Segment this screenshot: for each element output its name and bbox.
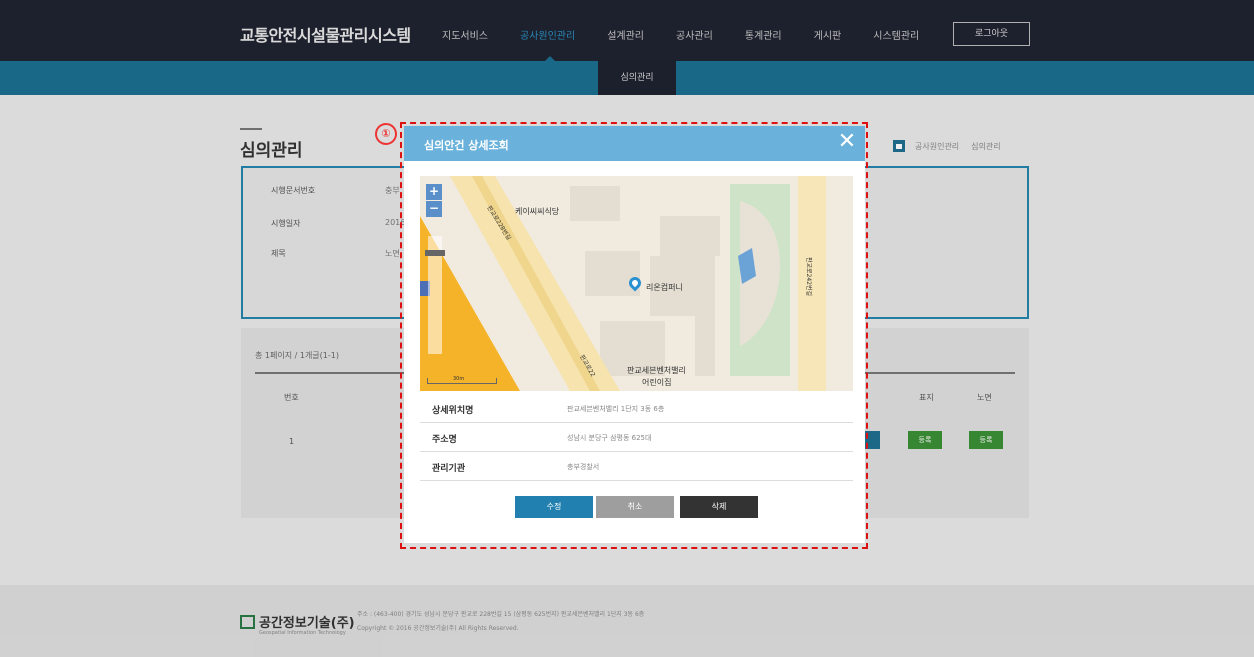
- map-label-poi: 리온컴퍼니: [646, 283, 683, 292]
- map-label-restaurant: 케이씨씨식당: [515, 207, 560, 216]
- annotation-marker: ①: [375, 123, 397, 145]
- cancel-button[interactable]: 취소: [596, 496, 674, 518]
- zoom-slider-handle[interactable]: [425, 250, 445, 256]
- detail-key: 주소명: [432, 435, 457, 445]
- location-map[interactable]: + − 케이씨씨식당 판교로228번길 리온컴퍼니 판교로242번길 판교세븐벤…: [420, 176, 853, 391]
- close-icon[interactable]: ✕: [836, 131, 858, 153]
- map-label-daycare: 판교세븐벤처밸리: [627, 366, 686, 375]
- detail-row: 관리기관 충부경찰서: [420, 452, 853, 481]
- review-detail-modal: 심의안건 상세조회 ✕ + − 케이씨씨식당 판교로228번길 리온컴퍼니 판교…: [404, 126, 865, 543]
- detail-row: 주소명 성남시 분당구 삼평동 625대: [420, 423, 853, 452]
- detail-key: 관리기관: [432, 464, 466, 474]
- modal-header: 심의안건 상세조회 ✕: [404, 126, 865, 161]
- modal-title: 심의안건 상세조회: [424, 139, 509, 152]
- zoom-out-button[interactable]: −: [426, 201, 442, 217]
- detail-value: 충부경찰서: [567, 463, 600, 471]
- map-label-daycare: 어린이집: [642, 378, 672, 387]
- detail-key: 상세위치명: [432, 406, 474, 416]
- zoom-in-button[interactable]: +: [426, 184, 442, 200]
- map-label-road: 판교로242번길: [805, 256, 813, 297]
- edit-button[interactable]: 수정: [515, 496, 593, 518]
- detail-row: 상세위치명 판교세븐벤처밸리 1단지 3동 6층: [420, 394, 853, 423]
- delete-button[interactable]: 삭제: [680, 496, 758, 518]
- detail-value: 판교세븐벤처밸리 1단지 3동 6층: [567, 405, 665, 413]
- map-scale-label: 30m: [453, 376, 465, 382]
- detail-table: 상세위치명 판교세븐벤처밸리 1단지 3동 6층 주소명 성남시 분당구 삼평동…: [420, 394, 853, 481]
- detail-value: 성남시 분당구 삼평동 625대: [567, 434, 652, 442]
